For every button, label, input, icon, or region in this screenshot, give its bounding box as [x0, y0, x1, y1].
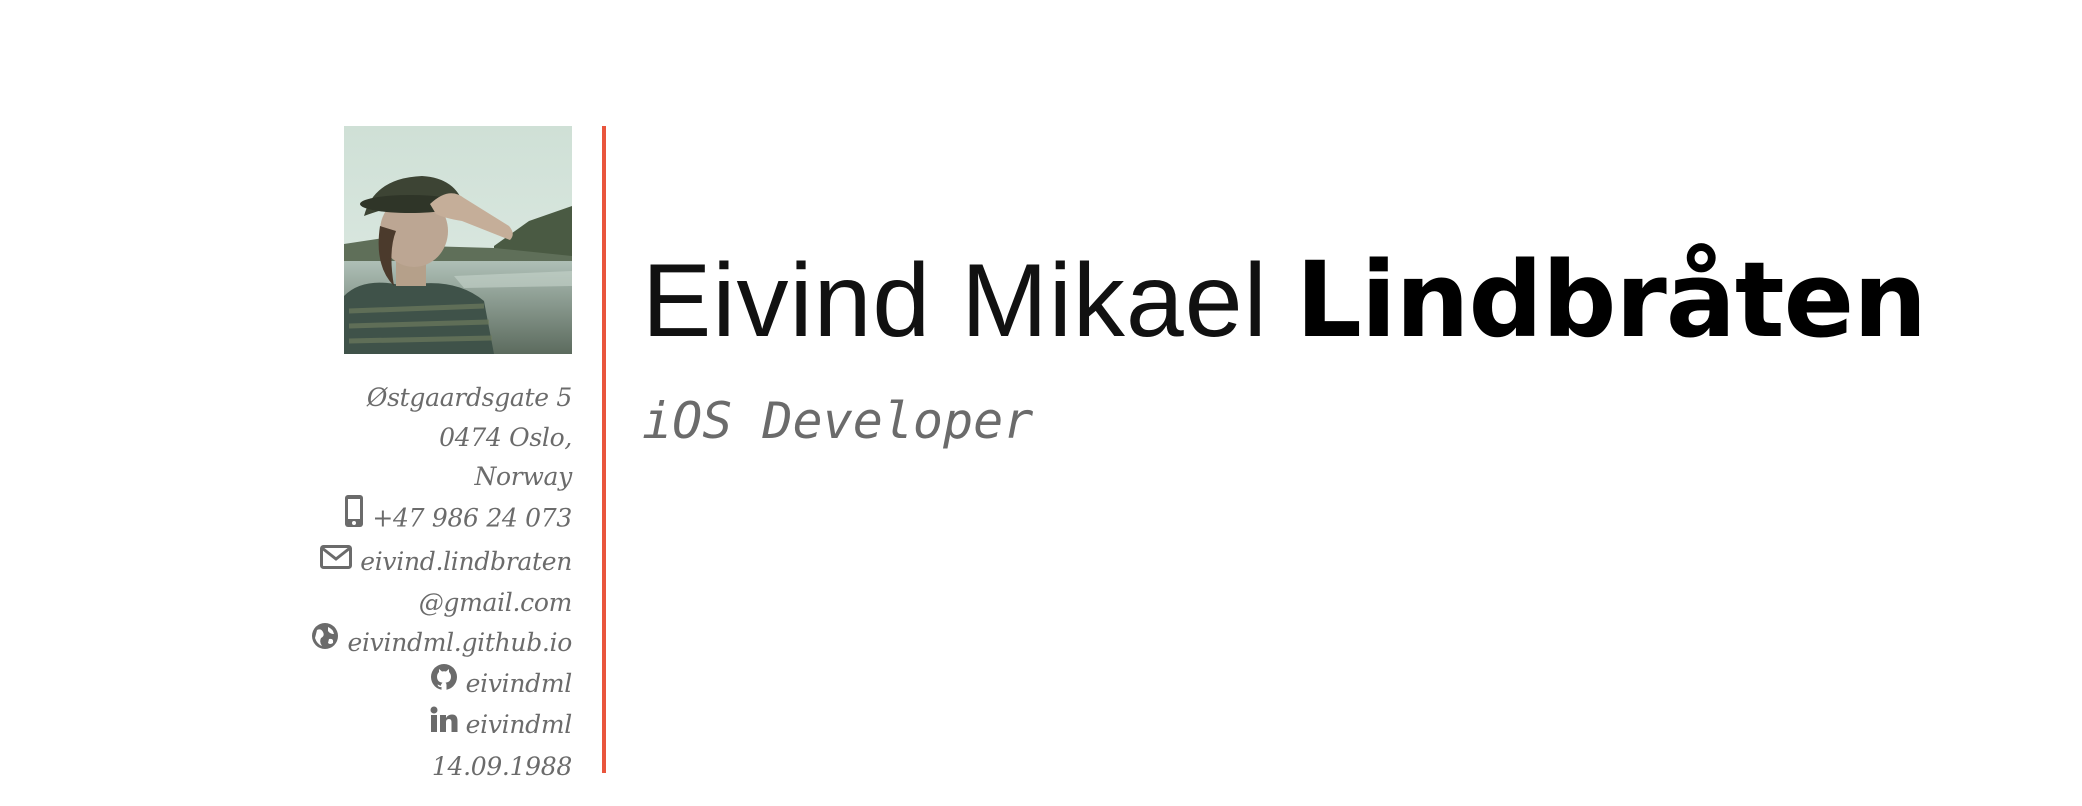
linkedin-icon — [430, 704, 458, 744]
birthdate: 14.09.1988 — [431, 751, 572, 781]
github-handle[interactable]: eivindml — [466, 669, 573, 698]
job-title: iOS Developer — [642, 392, 1034, 450]
phone-icon — [344, 494, 364, 540]
address-line-2: 0474 Oslo, — [439, 422, 572, 452]
website-link[interactable]: eivindml.github.io — [347, 628, 572, 657]
website-line: eivindml.github.io — [252, 622, 572, 664]
address-line-1: Østgaardsgate 5 — [366, 383, 572, 412]
email-user[interactable]: eivind.lindbraten — [360, 547, 572, 576]
github-icon — [430, 663, 458, 703]
envelope-icon — [320, 541, 353, 581]
linkedin-handle[interactable]: eivindml — [466, 710, 573, 739]
contact-info: Østgaardsgate 5 0474 Oslo, Norway +47 98… — [252, 378, 572, 786]
email-line: eivind.lindbraten — [252, 542, 572, 583]
last-name: Lindbråten — [1295, 239, 1928, 361]
accent-divider — [602, 126, 606, 773]
full-name-heading: Eivind Mikael Lindbråten — [642, 248, 1927, 353]
address-line-3: Norway — [474, 462, 572, 491]
github-line: eivindml — [252, 663, 573, 705]
profile-photo — [344, 126, 572, 354]
linkedin-line: eivindml — [252, 705, 572, 746]
phone-number[interactable]: +47 986 24 073 — [372, 503, 572, 532]
phone-line: +47 986 24 073 — [252, 494, 572, 543]
first-names: Eivind Mikael — [642, 243, 1268, 359]
email-domain[interactable]: @gmail.com — [252, 583, 573, 623]
globe-icon — [311, 622, 339, 662]
